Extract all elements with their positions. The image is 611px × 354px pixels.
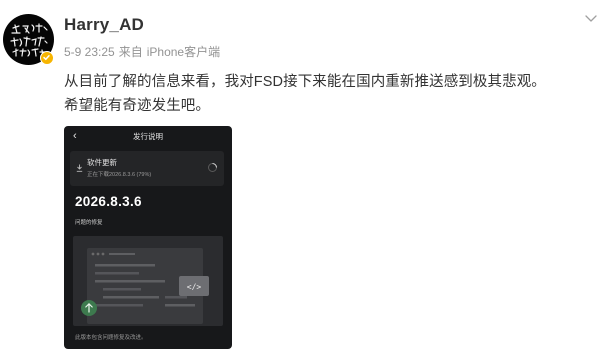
post-text-line-2: 希望能有奇迹发生吧。 xyxy=(64,98,210,114)
version-number: 2026.8.3.6 xyxy=(75,194,142,209)
more-options-button[interactable] xyxy=(580,12,602,24)
verified-badge-icon xyxy=(40,51,54,65)
post-meta: 5-9 23:25 来自 iPhone客户端 xyxy=(64,43,220,60)
chevron-down-icon xyxy=(585,15,597,22)
download-status: 正在下载2026.8.3.6 (79%) xyxy=(87,172,152,178)
username[interactable]: Harry_AD xyxy=(64,15,144,35)
weibo-post: Harry_AD 5-9 23:25 来自 iPhone客户端 从目前了解的信息来看… xyxy=(0,0,611,354)
source-prefix: 来自 xyxy=(118,45,143,59)
post-time[interactable]: 5-9 23:25 xyxy=(64,45,115,59)
post-text-line-1: 从目前了解的信息来看，我对FSD接下来能在国内重新推送感到极其悲观。 xyxy=(64,74,546,90)
release-footnote: 此版本包含问题修复及改进。 xyxy=(75,335,147,341)
software-update-card: 软件更新 正在下载2026.8.3.6 (79%) xyxy=(70,151,224,186)
post-image[interactable]: ‹ 发行说明 软件更新 正在下载2026.8.3.6 (79%) 2026.8.… xyxy=(64,126,232,349)
code-icon: </> xyxy=(187,283,202,292)
release-illustration: </> xyxy=(73,236,223,326)
section-label: 问题的修复 xyxy=(75,220,103,226)
download-icon xyxy=(76,164,83,172)
release-notes-title: 发行说明 xyxy=(133,132,163,141)
loading-spinner-icon xyxy=(208,163,217,172)
software-update-title: 软件更新 xyxy=(87,158,117,167)
post-source[interactable]: iPhone客户端 xyxy=(147,45,220,59)
